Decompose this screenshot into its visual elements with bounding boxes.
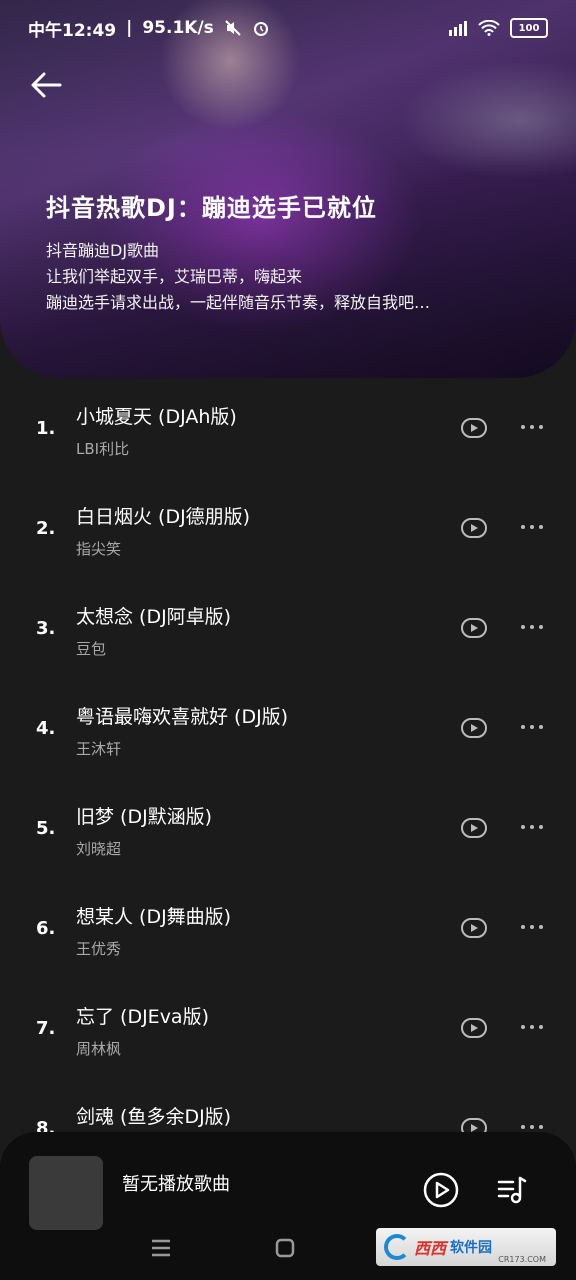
status-time: 中午12:49 bbox=[28, 20, 117, 41]
song-title: 白日烟火 (DJ德朋版) bbox=[76, 506, 251, 528]
song-index: 3. bbox=[36, 618, 56, 639]
song-artist: 王沐轩 bbox=[76, 740, 122, 758]
more-icon[interactable] bbox=[519, 1122, 545, 1132]
playlist-icon[interactable] bbox=[496, 1174, 528, 1206]
watermark-label: 软件园 bbox=[450, 1240, 493, 1256]
network-speed: 95.1K/s bbox=[142, 18, 214, 38]
song-row[interactable]: 5. 旧梦 (DJ默涵版) 刘晓超 bbox=[0, 778, 576, 878]
song-index: 6. bbox=[36, 918, 56, 939]
playlist-title: 抖音热歌DJ：蹦迪选手已就位 bbox=[46, 194, 377, 222]
song-title: 想某人 (DJ舞曲版) bbox=[76, 906, 232, 928]
play-button[interactable] bbox=[423, 1172, 459, 1208]
song-row[interactable]: 7. 忘了 (DJEva版) 周林枫 bbox=[0, 978, 576, 1078]
song-title: 忘了 (DJEva版) bbox=[76, 1006, 209, 1028]
watermark-brand: 西西 bbox=[414, 1239, 447, 1258]
song-artist: 指尖笑 bbox=[76, 540, 122, 558]
song-artist: LBI利比 bbox=[76, 440, 130, 458]
song-title: 小城夏天 (DJAh版) bbox=[76, 406, 237, 428]
song-index: 1. bbox=[36, 418, 56, 439]
song-row[interactable]: 1. 小城夏天 (DJAh版) LBI利比 bbox=[0, 378, 576, 478]
play-video-icon[interactable] bbox=[461, 618, 487, 638]
home-icon[interactable] bbox=[275, 1238, 295, 1258]
description-line: 让我们举起双手，艾瑞巴蒂，嗨起来 bbox=[46, 267, 303, 286]
menu-icon[interactable] bbox=[150, 1238, 172, 1258]
song-artist: 周林枫 bbox=[76, 1040, 122, 1058]
play-video-icon[interactable] bbox=[461, 418, 487, 438]
song-title: 太想念 (DJ阿卓版) bbox=[76, 606, 232, 628]
song-artist: 王优秀 bbox=[76, 940, 122, 958]
battery-icon: 100 bbox=[510, 18, 548, 38]
song-artist: 刘晓超 bbox=[76, 840, 122, 858]
watermark-logo-icon bbox=[384, 1234, 410, 1260]
more-icon[interactable] bbox=[519, 822, 545, 832]
alarm-icon bbox=[253, 22, 268, 36]
signal-icon bbox=[449, 21, 467, 36]
play-video-icon[interactable] bbox=[461, 818, 487, 838]
now-playing-text: 暂无播放歌曲 bbox=[122, 1174, 230, 1195]
more-icon[interactable] bbox=[519, 422, 545, 432]
song-index: 4. bbox=[36, 718, 56, 739]
song-title: 剑魂 (鱼多余DJ版) bbox=[76, 1106, 232, 1128]
site-watermark: 西西 软件园 CR173.COM bbox=[376, 1228, 556, 1266]
status-bar: 中午12:49 | 95.1K/s 100 bbox=[0, 0, 576, 56]
song-artist: 豆包 bbox=[76, 640, 107, 658]
song-title: 粤语最嗨欢喜就好 (DJ版) bbox=[76, 706, 289, 728]
play-video-icon[interactable] bbox=[461, 918, 487, 938]
more-icon[interactable] bbox=[519, 922, 545, 932]
more-icon[interactable] bbox=[519, 722, 545, 732]
wifi-icon bbox=[478, 20, 500, 36]
more-icon[interactable] bbox=[519, 622, 545, 632]
album-cover bbox=[29, 1156, 103, 1230]
mute-icon bbox=[225, 20, 241, 36]
more-icon[interactable] bbox=[519, 522, 545, 532]
song-index: 2. bbox=[36, 518, 56, 539]
song-index: 5. bbox=[36, 818, 56, 839]
song-index: 7. bbox=[36, 1018, 56, 1039]
arrow-left-icon bbox=[31, 72, 62, 98]
play-video-icon[interactable] bbox=[461, 518, 487, 538]
back-button[interactable] bbox=[30, 70, 70, 106]
song-list: 1. 小城夏天 (DJAh版) LBI利比 2. 白日烟火 (DJ德朋版) 指尖… bbox=[0, 378, 576, 1178]
description-line: 抖音蹦迪DJ歌曲 bbox=[46, 241, 160, 260]
song-title: 旧梦 (DJ默涵版) bbox=[76, 806, 213, 828]
song-row[interactable]: 3. 太想念 (DJ阿卓版) 豆包 bbox=[0, 578, 576, 678]
watermark-url: CR173.COM bbox=[498, 1255, 546, 1264]
song-row[interactable]: 6. 想某人 (DJ舞曲版) 王优秀 bbox=[0, 878, 576, 978]
description-line: 蹦迪选手请求出战，一起伴随音乐节奏，释放自我吧… bbox=[46, 293, 431, 312]
song-row[interactable]: 2. 白日烟火 (DJ德朋版) 指尖笑 bbox=[0, 478, 576, 578]
song-row[interactable]: 4. 粤语最嗨欢喜就好 (DJ版) 王沐轩 bbox=[0, 678, 576, 778]
more-icon[interactable] bbox=[519, 1022, 545, 1032]
play-video-icon[interactable] bbox=[461, 1018, 487, 1038]
playlist-description: 抖音蹦迪DJ歌曲 让我们举起双手，艾瑞巴蒂，嗨起来 蹦迪选手请求出战，一起伴随音… bbox=[46, 238, 546, 316]
play-video-icon[interactable] bbox=[461, 718, 487, 738]
